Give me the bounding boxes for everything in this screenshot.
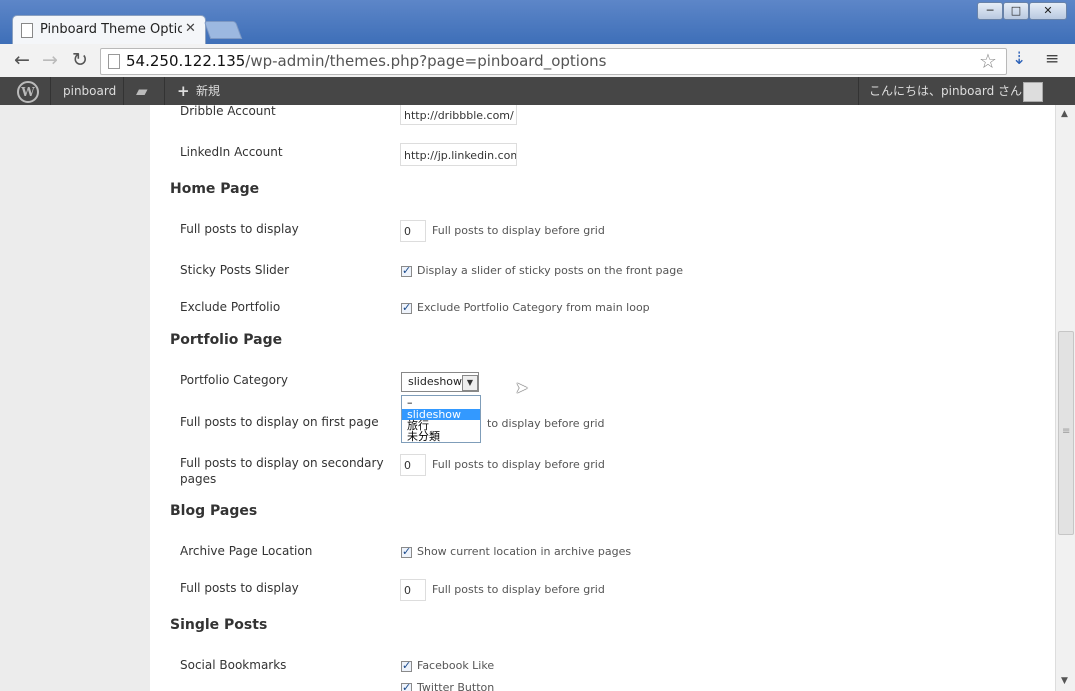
linkedin-input[interactable]: http://jp.linkedin.com. bbox=[400, 143, 517, 166]
home-full-posts-desc: Full posts to display before grid bbox=[432, 224, 605, 237]
home-full-posts-label: Full posts to display bbox=[180, 222, 299, 236]
secondary-pages-label: Full posts to display on secondary bbox=[180, 456, 384, 470]
scrollbar-thumb[interactable]: ≡ bbox=[1058, 331, 1074, 535]
scroll-up-icon[interactable]: ▲ bbox=[1061, 109, 1068, 119]
page-icon bbox=[21, 23, 33, 38]
home-page-heading: Home Page bbox=[170, 181, 260, 197]
download-icon[interactable]: ⇣ bbox=[1012, 49, 1026, 69]
reload-icon[interactable]: ↻ bbox=[68, 49, 92, 71]
site-name-link[interactable]: pinboard bbox=[63, 77, 116, 105]
portfolio-page-heading: Portfolio Page bbox=[170, 332, 283, 348]
chevron-down-icon[interactable]: ▼ bbox=[462, 375, 478, 391]
url-host: 54.250.122.135 bbox=[126, 52, 246, 70]
divider bbox=[123, 77, 124, 105]
browser-tab[interactable]: Pinboard Theme Option ✕ bbox=[12, 15, 206, 45]
home-full-posts-input[interactable]: 0 bbox=[400, 220, 426, 242]
secondary-pages-input[interactable]: 0 bbox=[400, 454, 426, 476]
url-text: 54.250.122.135/wp-admin/themes.php?page=… bbox=[126, 52, 606, 70]
address-bar[interactable]: 54.250.122.135/wp-admin/themes.php?page=… bbox=[100, 48, 1007, 75]
comments-icon[interactable]: ▰ bbox=[136, 77, 148, 105]
page-icon bbox=[108, 54, 120, 69]
portfolio-category-label: Portfolio Category bbox=[180, 373, 288, 387]
divider bbox=[858, 77, 859, 105]
archive-location-desc: Show current location in archive pages bbox=[417, 545, 632, 558]
url-path: /wp-admin/themes.php?page=pinboard_optio… bbox=[245, 52, 607, 70]
tab-title: Pinboard Theme Option bbox=[40, 22, 182, 37]
new-content-link[interactable]: 新規 bbox=[196, 77, 220, 105]
close-icon[interactable]: ✕ bbox=[185, 21, 196, 36]
options-content: Dribble Account http://dribbble.com/ Lin… bbox=[150, 105, 1055, 691]
plus-icon[interactable]: + bbox=[177, 77, 190, 105]
first-page-desc: to display before grid bbox=[487, 417, 605, 430]
back-arrow-icon[interactable]: ← bbox=[10, 49, 34, 71]
bookmark-star-icon[interactable]: ☆ bbox=[979, 49, 997, 73]
maximize-button[interactable]: □ bbox=[1003, 2, 1029, 20]
divider bbox=[164, 77, 165, 105]
vertical-scrollbar[interactable]: ▲ ≡ ▼ bbox=[1055, 105, 1075, 691]
blog-full-posts-input[interactable]: 0 bbox=[400, 579, 426, 601]
forward-arrow-icon[interactable]: → bbox=[38, 49, 62, 71]
wordpress-logo-icon[interactable]: W bbox=[17, 81, 39, 103]
minimize-button[interactable]: ─ bbox=[977, 2, 1003, 20]
select-value: slideshow bbox=[408, 375, 463, 388]
exclude-portfolio-checkbox[interactable] bbox=[401, 301, 412, 314]
new-tab-button[interactable] bbox=[203, 21, 243, 39]
dropdown-option[interactable]: 未分類 bbox=[402, 431, 480, 442]
exclude-portfolio-desc: Exclude Portfolio Category from main loo… bbox=[417, 301, 650, 314]
browser-toolbar: ← → ↻ 54.250.122.135/wp-admin/themes.php… bbox=[0, 44, 1075, 78]
dribbble-label: Dribble Account bbox=[180, 105, 276, 118]
portfolio-category-select[interactable]: slideshow ▼ bbox=[401, 372, 479, 392]
first-page-label: Full posts to display on first page bbox=[180, 415, 379, 429]
dropdown-option[interactable]: – bbox=[402, 397, 480, 408]
portfolio-category-dropdown: – slideshow 旅行 未分類 bbox=[401, 395, 481, 443]
twitter-button-checkbox[interactable] bbox=[401, 681, 412, 691]
facebook-like-desc: Facebook Like bbox=[417, 659, 495, 672]
sticky-slider-checkbox[interactable] bbox=[401, 264, 412, 277]
social-bookmarks-label: Social Bookmarks bbox=[180, 658, 287, 672]
linkedin-label: LinkedIn Account bbox=[180, 145, 283, 159]
exclude-portfolio-label: Exclude Portfolio bbox=[180, 300, 281, 314]
secondary-pages-desc: Full posts to display before grid bbox=[432, 458, 605, 471]
blog-full-posts-label: Full posts to display bbox=[180, 581, 299, 595]
blog-pages-heading: Blog Pages bbox=[170, 503, 258, 519]
scroll-down-icon[interactable]: ▼ bbox=[1061, 676, 1068, 686]
archive-location-label: Archive Page Location bbox=[180, 544, 313, 558]
mouse-cursor-icon: ➤ bbox=[515, 378, 529, 397]
secondary-pages-label-line2: pages bbox=[180, 472, 217, 486]
account-greeting[interactable]: こんにちは、pinboard さん ! bbox=[869, 77, 1031, 105]
grip-icon: ≡ bbox=[1062, 426, 1071, 437]
divider bbox=[50, 77, 51, 105]
menu-icon[interactable]: ≡ bbox=[1045, 49, 1059, 69]
dribbble-input[interactable]: http://dribbble.com/ bbox=[400, 105, 517, 125]
sticky-slider-desc: Display a slider of sticky posts on the … bbox=[417, 264, 683, 277]
admin-sidebar bbox=[0, 105, 150, 691]
facebook-like-checkbox[interactable] bbox=[401, 659, 412, 672]
avatar[interactable] bbox=[1023, 82, 1043, 102]
window-close-button[interactable]: ✕ bbox=[1029, 2, 1067, 20]
browser-titlebar: Pinboard Theme Option ✕ ─ □ ✕ bbox=[0, 0, 1075, 45]
wp-admin-bar: W pinboard ▰ + 新規 こんにちは、pinboard さん ! bbox=[0, 77, 1075, 105]
sticky-slider-label: Sticky Posts Slider bbox=[180, 263, 290, 277]
twitter-button-desc: Twitter Button bbox=[417, 681, 495, 691]
archive-location-checkbox[interactable] bbox=[401, 545, 412, 558]
blog-full-posts-desc: Full posts to display before grid bbox=[432, 583, 605, 596]
single-posts-heading: Single Posts bbox=[170, 617, 268, 633]
